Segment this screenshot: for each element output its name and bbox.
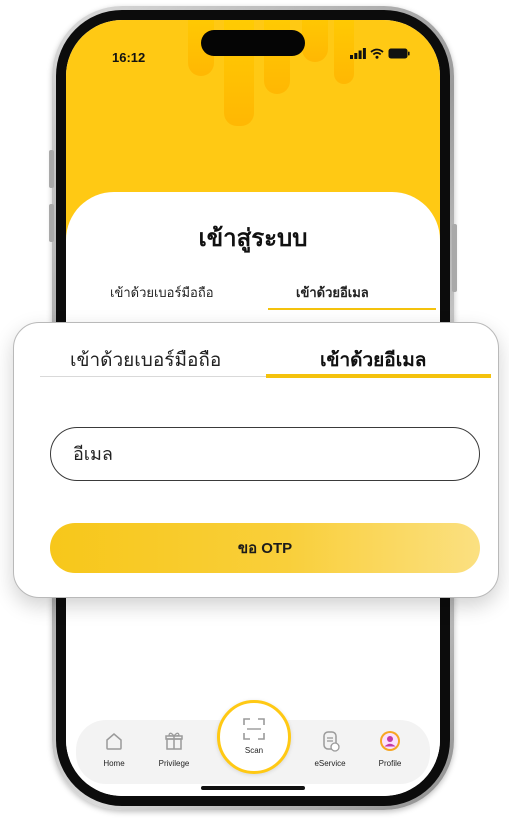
dynamic-island — [201, 30, 305, 56]
login-tabs: เข้าด้วยเบอร์มือถือ เข้าด้วยอีเมล — [40, 345, 490, 387]
email-login-panel: เข้าด้วยเบอร์มือถือ เข้าด้วยอีเมล ขอ OTP — [13, 322, 499, 598]
decorative-drip — [302, 20, 328, 62]
nav-label-home: Home — [103, 759, 125, 768]
page-title: เข้าสู่ระบบ — [198, 225, 308, 252]
nav-item-eservice[interactable]: eService — [300, 730, 360, 768]
tab-email-login-zoom[interactable]: เข้าด้วยอีเมล — [320, 345, 426, 375]
login-tabs-background: เข้าด้วยเบอร์มือถือ เข้าด้วยอีเมล — [88, 282, 436, 312]
tab-mobile-login[interactable]: เข้าด้วยเบอร์มือถือ — [110, 282, 214, 303]
gift-icon — [165, 732, 183, 750]
status-icons — [350, 48, 410, 59]
tab-mobile-login-zoom[interactable]: เข้าด้วยเบอร์มือถือ — [70, 345, 221, 375]
home-icon — [106, 733, 122, 750]
nav-label-privilege: Privilege — [158, 759, 190, 768]
nav-label-scan: Scan — [244, 746, 264, 755]
profile-icon — [380, 731, 400, 751]
scan-button[interactable]: Scan — [217, 700, 291, 774]
active-tab-indicator — [268, 308, 436, 310]
phone-power-button — [452, 224, 457, 292]
nav-label-profile: Profile — [378, 759, 402, 768]
nav-item-profile[interactable]: Profile — [360, 730, 420, 768]
cellular-signal-icon — [350, 48, 366, 59]
nav-label-eservice: eService — [314, 759, 346, 768]
status-time: 16:12 — [112, 50, 146, 65]
wifi-icon — [370, 48, 384, 59]
email-field[interactable] — [50, 427, 480, 481]
nav-item-home[interactable]: Home — [84, 730, 144, 768]
email-input[interactable] — [51, 428, 479, 480]
battery-icon — [388, 48, 410, 59]
active-tab-indicator-zoom — [266, 374, 491, 378]
phone-volume-up-button — [49, 204, 54, 242]
scan-icon — [243, 718, 265, 740]
home-indicator — [201, 786, 305, 790]
tab-email-login[interactable]: เข้าด้วยอีเมล — [296, 282, 369, 303]
request-otp-button[interactable]: ขอ OTP — [50, 523, 480, 573]
phone-side-button — [49, 150, 54, 188]
nav-item-privilege[interactable]: Privilege — [144, 730, 204, 768]
document-icon — [323, 731, 340, 752]
